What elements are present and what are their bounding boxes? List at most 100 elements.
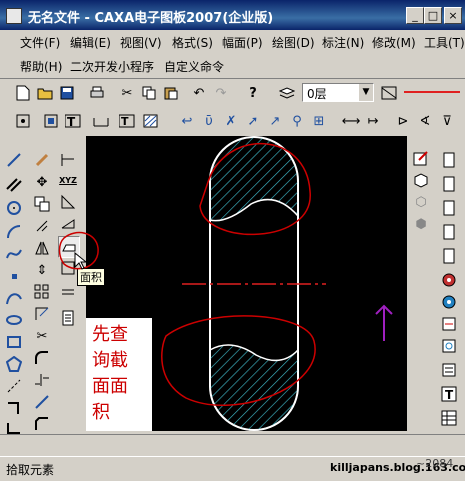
rotate-icon[interactable] [32,216,52,236]
app-icon [6,8,22,24]
menu-edit[interactable]: 编辑(E) [70,34,111,51]
layer-icon[interactable] [278,84,296,102]
menu-modify[interactable]: 修改(M) [372,34,416,51]
line-color-preview[interactable] [404,91,460,93]
spline-icon[interactable] [4,244,24,264]
parts-list-icon[interactable] [439,198,459,218]
menu-dimension[interactable]: 标注(N) [322,34,364,51]
centerline-tool-icon[interactable] [4,376,24,396]
perpendicular-icon[interactable]: ✗ [222,112,240,130]
menu-draw[interactable]: 绘图(D) [272,34,315,51]
zoom-all-icon[interactable] [42,112,60,130]
menu-custom-command[interactable]: 自定义命令 [164,58,224,75]
ellipse-icon[interactable] [4,310,24,330]
nut-icon[interactable] [439,336,459,356]
gear-icon[interactable] [439,292,459,312]
menu-tools[interactable]: 工具(T) [424,34,465,51]
rectangle-icon[interactable] [4,332,24,352]
trim-icon[interactable] [32,304,52,324]
block-edit-icon[interactable]: ⬡ [411,192,431,212]
text-tool-icon[interactable]: T [439,384,459,404]
paste-icon[interactable] [162,84,180,102]
edit-properties-icon[interactable] [411,148,431,168]
close-button[interactable]: × [444,7,462,24]
text-edit-icon[interactable]: T [118,112,136,130]
erase-icon[interactable] [32,150,52,170]
bearing-icon[interactable] [439,270,459,290]
open-folder-icon[interactable] [36,84,54,102]
triangle-query-icon[interactable] [58,192,78,212]
polyline-icon[interactable] [4,288,24,308]
cut-icon[interactable]: ✂ [118,84,136,102]
move-icon[interactable]: ✥ [32,172,52,192]
parallel-line-icon[interactable] [4,174,24,194]
circle-icon[interactable] [4,198,24,218]
drawing-canvas[interactable]: 先查 询截 面面 积 [86,136,407,431]
menu-paper[interactable]: 幅面(P) [222,34,263,51]
svg-text:T: T [121,115,129,128]
block-explode-icon[interactable]: ⬢ [411,214,431,234]
block-insert-icon[interactable] [411,170,431,190]
save-icon[interactable] [58,84,76,102]
grid-snap-icon[interactable]: ⊞ [310,112,328,130]
dimension-style-icon[interactable] [92,112,110,130]
text-style-icon[interactable]: T [64,112,82,130]
centerline-icon[interactable]: ⊽ [438,112,456,130]
midpoint-icon[interactable]: ↗ [266,112,284,130]
scissors-icon[interactable]: ✂ [32,326,52,346]
layer-value: 0层 [307,87,327,101]
help-icon[interactable]: ? [244,84,262,102]
undo-icon[interactable]: ↶ [190,84,208,102]
break-icon[interactable] [32,370,52,390]
dimension-tool-icon[interactable] [58,150,78,170]
xyz-dimension-icon[interactable]: XYZ [58,170,78,190]
polygon-icon[interactable] [4,354,24,374]
frame-icon[interactable] [439,174,459,194]
linetype-icon[interactable] [380,84,398,102]
angle-icon[interactable]: ∢ [416,112,434,130]
screw-icon[interactable] [439,314,459,334]
chamfer-icon[interactable] [32,414,52,434]
distance-icon[interactable]: ⟷ [342,112,361,130]
point-icon[interactable] [4,266,24,286]
copy-icon[interactable] [140,84,158,102]
minimize-button[interactable]: _ [406,7,424,24]
array-icon[interactable] [32,282,52,302]
command-line[interactable] [0,434,465,457]
print-icon[interactable] [88,84,106,102]
menu-secondary-dev[interactable]: 二次开发小程序 [70,58,154,75]
arrow-style-icon[interactable]: ⊳ [394,112,412,130]
equidistant-icon[interactable] [4,398,24,418]
line-icon[interactable] [4,150,24,170]
mouse-cursor-icon [74,252,88,270]
copy-tool-icon[interactable] [32,194,52,214]
balloon-icon[interactable] [439,222,459,242]
zoom-window-icon[interactable] [14,112,32,130]
pointer-icon[interactable]: ➚ [244,112,262,130]
library-icon[interactable] [439,246,459,266]
system-query-icon[interactable] [58,308,78,328]
chevron-down-icon[interactable]: ▼ [359,84,373,101]
fillet-icon[interactable] [32,348,52,368]
menu-help[interactable]: 帮助(H) [20,58,62,75]
maximize-button[interactable]: □ [424,7,442,24]
layer-select[interactable]: 0层 ▼ [302,83,374,102]
tangent-icon[interactable]: ῡ [200,112,218,130]
scale-icon[interactable]: ⇕ [32,260,52,280]
table-tool-icon[interactable] [439,408,459,428]
menu-file[interactable]: 文件(F) [20,34,60,51]
measure-icon[interactable]: ↦ [364,112,382,130]
menu-view[interactable]: 视图(V) [120,34,162,51]
arc-icon[interactable] [4,222,24,242]
stretch-icon[interactable] [32,392,52,412]
washer-icon[interactable] [439,360,459,380]
center-point-icon[interactable]: ⚲ [288,112,306,130]
moment-query-icon[interactable] [58,282,78,302]
hatch-style-icon[interactable] [142,112,160,130]
snap-icon[interactable]: ↩ [178,112,196,130]
title-block-icon[interactable] [439,150,459,170]
menu-format[interactable]: 格式(S) [172,34,213,51]
redo-icon[interactable]: ↷ [212,84,230,102]
mirror-icon[interactable] [32,238,52,258]
new-file-icon[interactable] [14,84,32,102]
